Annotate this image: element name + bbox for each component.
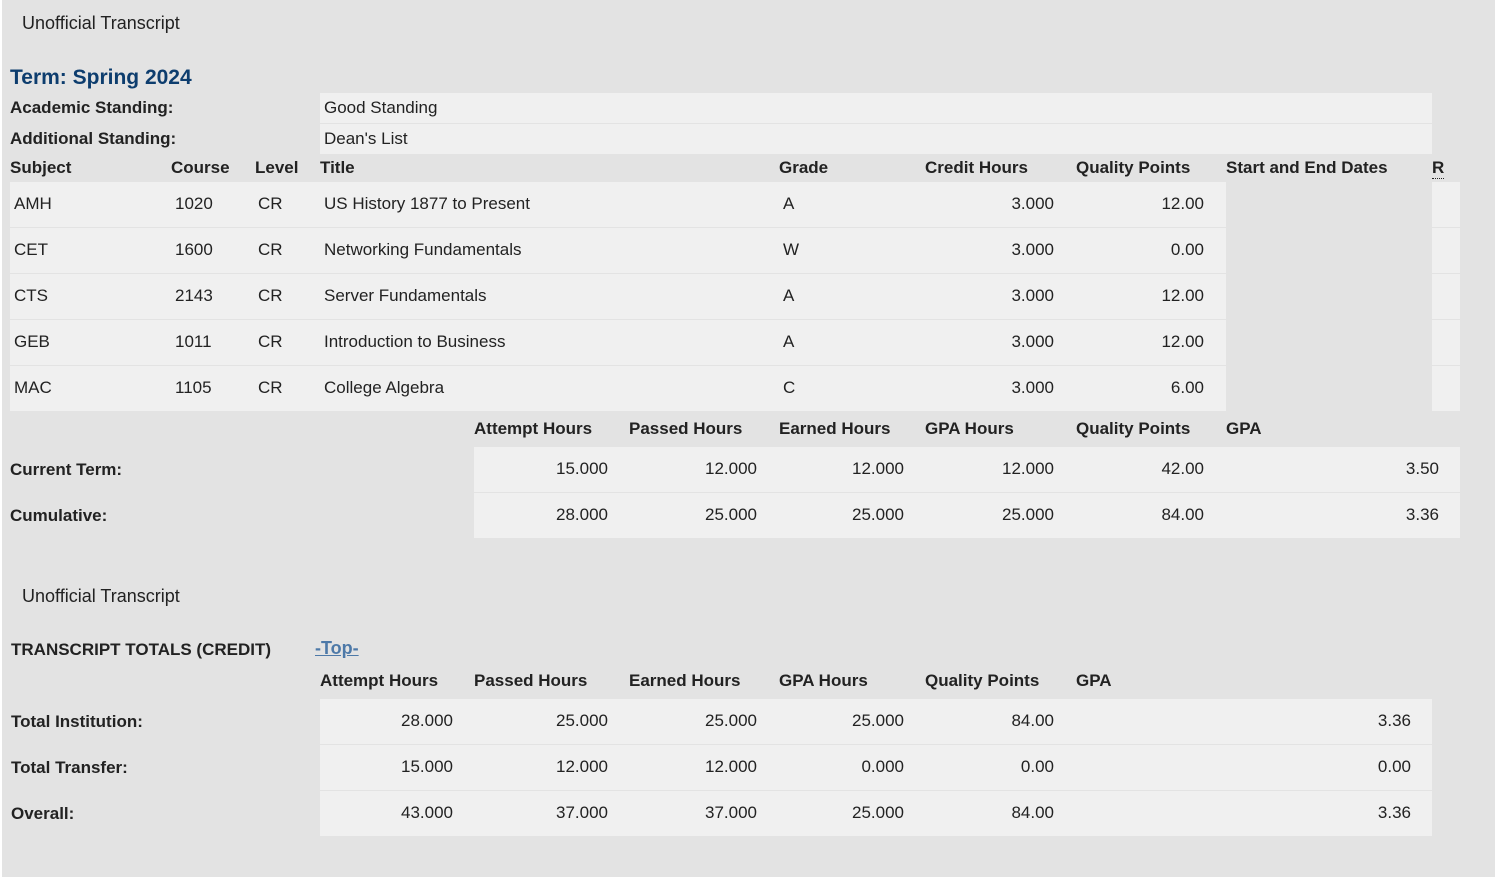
row-divider <box>1432 227 1460 228</box>
row-divider <box>1432 365 1460 366</box>
course-level: CR <box>258 194 283 213</box>
course-r-band <box>1432 182 1460 411</box>
additional-standing-value: Dean's List <box>324 129 408 148</box>
transcript-totals-heading: TRANSCRIPT TOTALS (CREDIT) <box>11 640 272 659</box>
col-header-quality-points: Quality Points <box>1076 158 1191 177</box>
gpa: 3.36 <box>1377 803 1411 822</box>
col-header-grade: Grade <box>779 158 829 177</box>
course-title: College Algebra <box>324 378 445 397</box>
totals-header-quality-points: Quality Points <box>925 671 1040 690</box>
row-divider <box>10 273 1226 274</box>
course-quality-points: 0.00 <box>1170 240 1204 259</box>
gpa: 3.36 <box>1377 711 1411 730</box>
col-header-level: Level <box>255 158 299 177</box>
section-caption: Unofficial Transcript <box>22 13 180 33</box>
totals-header-attempt: Attempt Hours <box>474 419 593 438</box>
totals-row-label: Current Term: <box>10 460 123 479</box>
course-title: Networking Fundamentals <box>324 240 522 259</box>
course-subject: CTS <box>14 286 48 305</box>
gpa: 3.50 <box>1405 459 1439 478</box>
row-divider <box>474 492 1460 493</box>
totals-header-gpa: GPA <box>1226 419 1262 438</box>
course-subject: GEB <box>14 332 50 351</box>
gpa: 3.36 <box>1405 505 1439 524</box>
course-number: 2143 <box>175 286 213 305</box>
totals-header-gpa-hours: GPA Hours <box>925 419 1014 438</box>
course-title: Server Fundamentals <box>324 286 487 305</box>
section-caption: Unofficial Transcript <box>22 586 180 606</box>
row-divider <box>320 744 1432 745</box>
course-level: CR <box>258 240 283 259</box>
row-divider <box>10 365 1226 366</box>
course-quality-points: 6.00 <box>1170 378 1204 397</box>
totals-row-label: Overall: <box>11 804 75 823</box>
quality-points: 84.00 <box>1161 505 1204 524</box>
row-divider <box>1432 273 1460 274</box>
quality-points: 0.00 <box>1020 757 1054 776</box>
course-number: 1600 <box>175 240 213 259</box>
course-number: 1105 <box>175 378 212 397</box>
academic-standing-band <box>320 93 1432 124</box>
gpa: 0.00 <box>1377 757 1411 776</box>
course-grade: W <box>783 240 800 259</box>
totals-header-quality-points: Quality Points <box>1076 419 1191 438</box>
course-quality-points: 12.00 <box>1161 286 1204 305</box>
row-divider <box>320 790 1432 791</box>
totals-header-gpa: GPA <box>1076 671 1112 690</box>
quality-points: 42.00 <box>1161 459 1204 478</box>
course-level: CR <box>258 286 283 305</box>
course-grade: A <box>783 286 795 305</box>
course-grade: A <box>783 194 795 213</box>
course-grade: C <box>783 378 796 397</box>
totals-header-gpa-hours: GPA Hours <box>779 671 868 690</box>
col-header-dates: Start and End Dates <box>1226 158 1388 177</box>
additional-standing-label: Additional Standing: <box>10 129 177 148</box>
quality-points: 84.00 <box>1011 711 1054 730</box>
row-divider <box>1432 319 1460 320</box>
quality-points: 84.00 <box>1011 803 1054 822</box>
course-title: US History 1877 to Present <box>324 194 530 213</box>
course-number: 1020 <box>175 194 213 213</box>
totals-row-label: Total Transfer: <box>11 758 128 777</box>
totals-header-passed: Passed Hours <box>474 671 588 690</box>
course-number: 1011 <box>175 332 212 351</box>
totals-header-attempt: Attempt Hours <box>320 671 439 690</box>
totals-row-label: Cumulative: <box>10 506 108 525</box>
academic-standing-label: Academic Standing: <box>10 98 174 117</box>
course-subject: CET <box>14 240 48 259</box>
col-header-credit-hours: Credit Hours <box>925 158 1028 177</box>
row-divider <box>10 319 1226 320</box>
totals-header-earned: Earned Hours <box>629 671 741 690</box>
course-title: Introduction to Business <box>324 332 506 351</box>
transcript-page: Unofficial Transcript Term: Spring 2024 … <box>2 0 1495 877</box>
totals-row-label: Total Institution: <box>11 712 143 731</box>
col-header-title: Title <box>320 158 355 177</box>
additional-standing-band <box>320 124 1432 154</box>
course-grade: A <box>783 332 795 351</box>
col-header-r: R <box>1432 158 1445 179</box>
top-link[interactable]: -Top- <box>315 638 359 659</box>
totals-header-earned: Earned Hours <box>779 419 891 438</box>
course-subject: AMH <box>14 194 52 213</box>
col-header-course: Course <box>171 158 230 177</box>
row-divider <box>10 227 1226 228</box>
course-subject: MAC <box>14 378 52 397</box>
academic-standing-value: Good Standing <box>324 98 438 117</box>
course-quality-points: 12.00 <box>1161 332 1204 351</box>
col-header-subject: Subject <box>10 158 72 177</box>
course-level: CR <box>258 332 283 351</box>
term-title: Term: Spring 2024 <box>10 66 192 89</box>
course-level: CR <box>258 378 283 397</box>
totals-header-passed: Passed Hours <box>629 419 743 438</box>
course-quality-points: 12.00 <box>1161 194 1204 213</box>
